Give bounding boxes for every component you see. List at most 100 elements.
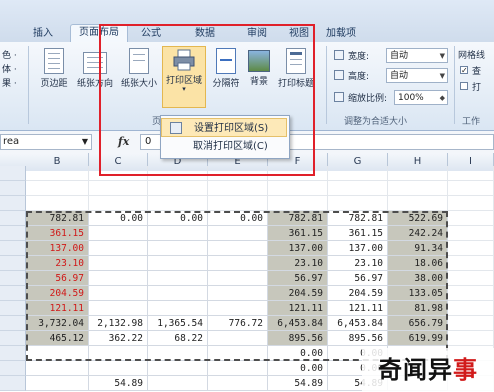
table-cell[interactable]: 137.00 <box>26 241 89 256</box>
tab-review[interactable]: 审阅 <box>240 26 274 42</box>
table-cell[interactable]: 242.24 <box>388 226 448 241</box>
breaks-button[interactable]: 分隔符 <box>208 48 244 89</box>
table-cell[interactable] <box>148 241 208 256</box>
table-cell[interactable]: 81.98 <box>388 301 448 316</box>
table-cell[interactable] <box>26 346 89 361</box>
paper-size-button[interactable]: 纸张大小 <box>118 48 160 89</box>
table-cell[interactable] <box>448 316 494 331</box>
table-cell[interactable]: 91.34 <box>388 241 448 256</box>
row-header[interactable] <box>0 211 26 226</box>
table-cell[interactable]: 38.00 <box>388 271 448 286</box>
table-cell[interactable] <box>148 226 208 241</box>
tab-page-layout[interactable]: 页面布局 <box>70 24 128 43</box>
table-cell[interactable] <box>388 166 448 181</box>
table-cell[interactable] <box>448 271 494 286</box>
theme-colors-fragment[interactable]: 色 · <box>2 48 17 61</box>
table-cell[interactable]: 619.99 <box>388 331 448 346</box>
table-cell[interactable] <box>26 196 89 211</box>
table-cell[interactable]: 204.59 <box>26 286 89 301</box>
table-cell[interactable] <box>448 331 494 346</box>
table-cell[interactable] <box>89 196 148 211</box>
row-header[interactable] <box>0 361 26 376</box>
table-cell[interactable] <box>148 256 208 271</box>
tab-addins[interactable]: 加载项 <box>318 26 364 42</box>
table-cell[interactable]: 54.89 <box>89 376 148 391</box>
table-cell[interactable]: 6,453.84 <box>268 316 328 331</box>
table-cell[interactable] <box>89 271 148 286</box>
table-cell[interactable]: 23.10 <box>268 256 328 271</box>
table-cell[interactable]: 204.59 <box>268 286 328 301</box>
table-cell[interactable] <box>89 301 148 316</box>
table-cell[interactable] <box>89 181 148 196</box>
width-select[interactable]: 自动 ▼ <box>386 48 448 63</box>
table-cell[interactable] <box>148 166 208 181</box>
orientation-button[interactable]: 纸张方向 <box>74 48 116 89</box>
table-cell[interactable] <box>208 346 268 361</box>
table-cell[interactable] <box>268 196 328 211</box>
table-cell[interactable] <box>448 286 494 301</box>
table-cell[interactable]: 137.00 <box>328 241 388 256</box>
table-cell[interactable] <box>148 286 208 301</box>
table-cell[interactable]: 782.81 <box>328 211 388 226</box>
table-cell[interactable]: 895.56 <box>328 331 388 346</box>
table-cell[interactable]: 121.11 <box>268 301 328 316</box>
table-cell[interactable] <box>448 226 494 241</box>
table-cell[interactable]: 0.00 <box>89 211 148 226</box>
table-cell[interactable]: 656.79 <box>388 316 448 331</box>
table-cell[interactable]: 133.05 <box>388 286 448 301</box>
table-cell[interactable] <box>26 181 89 196</box>
table-cell[interactable] <box>148 361 208 376</box>
table-cell[interactable] <box>26 376 89 391</box>
print-area-button[interactable]: 打印区域 ▾ <box>162 46 206 108</box>
table-cell[interactable]: 2,132.98 <box>89 316 148 331</box>
table-cell[interactable] <box>148 271 208 286</box>
table-cell[interactable] <box>208 331 268 346</box>
name-box[interactable]: rea ▼ <box>0 134 92 150</box>
table-cell[interactable] <box>89 346 148 361</box>
table-cell[interactable] <box>89 241 148 256</box>
table-cell[interactable]: 23.10 <box>328 256 388 271</box>
table-cell[interactable]: 23.10 <box>26 256 89 271</box>
table-cell[interactable]: 6,453.84 <box>328 316 388 331</box>
table-cell[interactable]: 465.12 <box>26 331 89 346</box>
table-cell[interactable] <box>148 301 208 316</box>
row-header[interactable] <box>0 301 26 316</box>
zoom-spinner[interactable]: 100% ◆ <box>394 90 448 105</box>
table-cell[interactable] <box>148 196 208 211</box>
table-cell[interactable] <box>208 271 268 286</box>
table-cell[interactable] <box>208 361 268 376</box>
theme-fonts-fragment[interactable]: 体 · <box>2 62 17 75</box>
table-cell[interactable]: 121.11 <box>328 301 388 316</box>
gridlines-print-checkbox[interactable] <box>460 82 468 90</box>
table-cell[interactable] <box>448 256 494 271</box>
table-cell[interactable]: 56.97 <box>328 271 388 286</box>
table-cell[interactable] <box>208 376 268 391</box>
table-cell[interactable] <box>89 226 148 241</box>
table-cell[interactable] <box>89 166 148 181</box>
table-cell[interactable]: 361.15 <box>268 226 328 241</box>
table-cell[interactable]: 3,732.04 <box>26 316 89 331</box>
table-cell[interactable] <box>148 376 208 391</box>
table-cell[interactable]: 137.00 <box>268 241 328 256</box>
table-cell[interactable]: 895.56 <box>268 331 328 346</box>
table-cell[interactable] <box>208 196 268 211</box>
tab-view[interactable]: 视图 <box>282 26 316 42</box>
function-icon[interactable]: fx <box>118 135 129 148</box>
row-header[interactable] <box>0 316 26 331</box>
table-cell[interactable] <box>388 181 448 196</box>
table-cell[interactable]: 0.00 <box>148 211 208 226</box>
table-cell[interactable] <box>448 166 494 181</box>
table-cell[interactable]: 18.06 <box>388 256 448 271</box>
table-cell[interactable] <box>388 196 448 211</box>
table-cell[interactable] <box>268 166 328 181</box>
row-header[interactable] <box>0 286 26 301</box>
table-cell[interactable]: 782.81 <box>268 211 328 226</box>
table-cell[interactable]: 121.11 <box>26 301 89 316</box>
table-cell[interactable]: 362.22 <box>89 331 148 346</box>
table-cell[interactable] <box>208 241 268 256</box>
row-header[interactable] <box>0 166 26 181</box>
table-cell[interactable]: 0.00 <box>208 211 268 226</box>
set-print-area-item[interactable]: 设置打印区域(S) <box>161 118 287 137</box>
table-cell[interactable] <box>448 241 494 256</box>
table-cell[interactable]: 0.00 <box>268 346 328 361</box>
